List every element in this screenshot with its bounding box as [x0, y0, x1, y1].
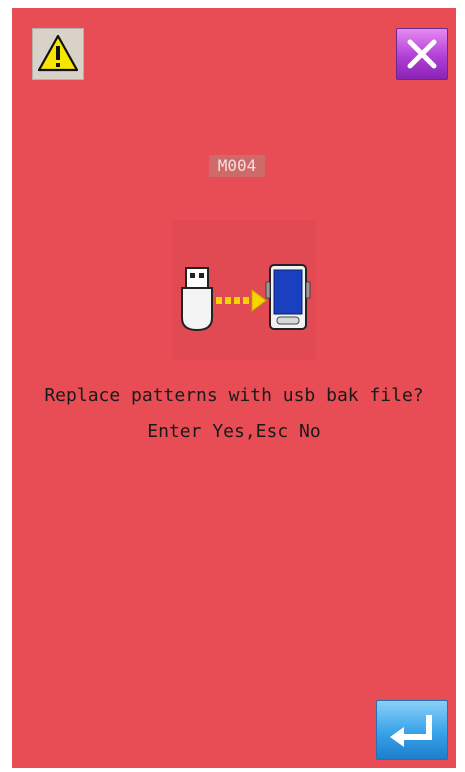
- warning-icon: [37, 34, 79, 72]
- close-button[interactable]: [396, 28, 448, 80]
- message-line-1: Replace patterns with usb bak file?: [44, 385, 424, 406]
- alert-dialog-screen: M004 Replace patterns with usb bak file?…: [12, 8, 456, 768]
- enter-icon: [390, 715, 432, 747]
- message-code: M004: [209, 155, 265, 177]
- usb-transfer-illustration: [172, 220, 316, 360]
- enter-button[interactable]: [376, 700, 448, 760]
- transfer-arrow-icon: [216, 289, 267, 312]
- message-line-2: Enter Yes,Esc No: [147, 421, 321, 442]
- warning-icon-box: [32, 28, 84, 80]
- device-icon: [265, 264, 311, 330]
- usb-drive-icon: [181, 267, 213, 332]
- close-icon: [407, 39, 437, 69]
